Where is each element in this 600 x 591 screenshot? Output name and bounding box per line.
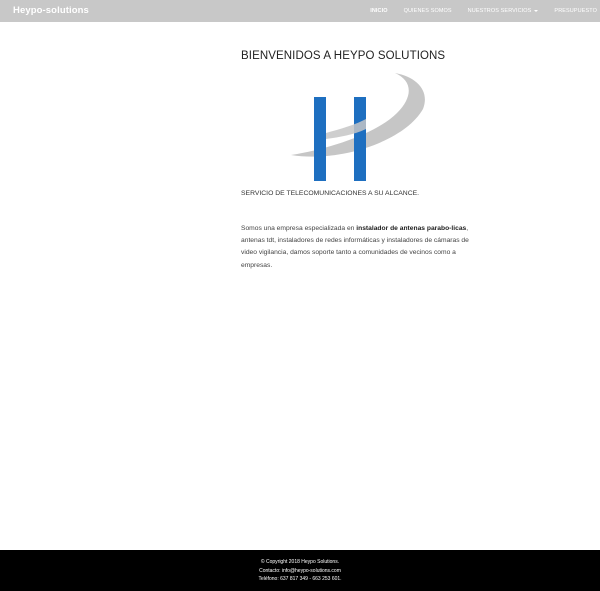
nav-quienes-somos[interactable]: QUIENES SOMOS — [404, 8, 452, 14]
footer-copyright: © Copyright 2018 Heypo Solutions. — [260, 559, 340, 565]
intro-paragraph: Somos una empresa especializada en insta… — [241, 223, 471, 272]
logo-left-bar — [314, 97, 326, 181]
top-navbar: Heypo-solutions INICIO QUIENES SOMOS NUE… — [0, 0, 600, 22]
nav-nuestros-servicios[interactable]: NUESTROS SERVICIOS — [468, 8, 539, 14]
brand-logo[interactable]: Heypo-solutions — [13, 5, 89, 16]
intro-text-bold: instalador de antenas parabo-licas — [356, 225, 467, 232]
footer: © Copyright 2018 Heypo Solutions. Contac… — [0, 550, 600, 591]
caret-down-icon — [534, 9, 539, 12]
main-nav: INICIO QUIENES SOMOS NUESTROS SERVICIOS … — [354, 8, 597, 14]
main-content: BIENVENIDOS A HEYPO SOLUTIONS SERVICIO D… — [241, 50, 471, 269]
footer-phone: Teléfono: 637 817 349 - 663 253 601. — [258, 576, 342, 583]
nav-presupuesto[interactable]: PRESUPUESTO — [554, 8, 597, 14]
tagline: SERVICIO DE TELECOMUNICACIONES A SU ALCA… — [241, 190, 420, 197]
logo-right-bar — [354, 97, 366, 181]
footer-contact: Contacto: info@heypo-solutions.com — [259, 567, 341, 574]
intro-text-start: Somos una empresa especializada en — [241, 225, 357, 232]
nav-servicios-label: NUESTROS SERVICIOS — [467, 8, 532, 14]
nav-inicio[interactable]: INICIO — [370, 8, 387, 14]
page-title: BIENVENIDOS A HEYPO SOLUTIONS — [241, 50, 446, 62]
heypo-logo-image — [285, 71, 425, 183]
